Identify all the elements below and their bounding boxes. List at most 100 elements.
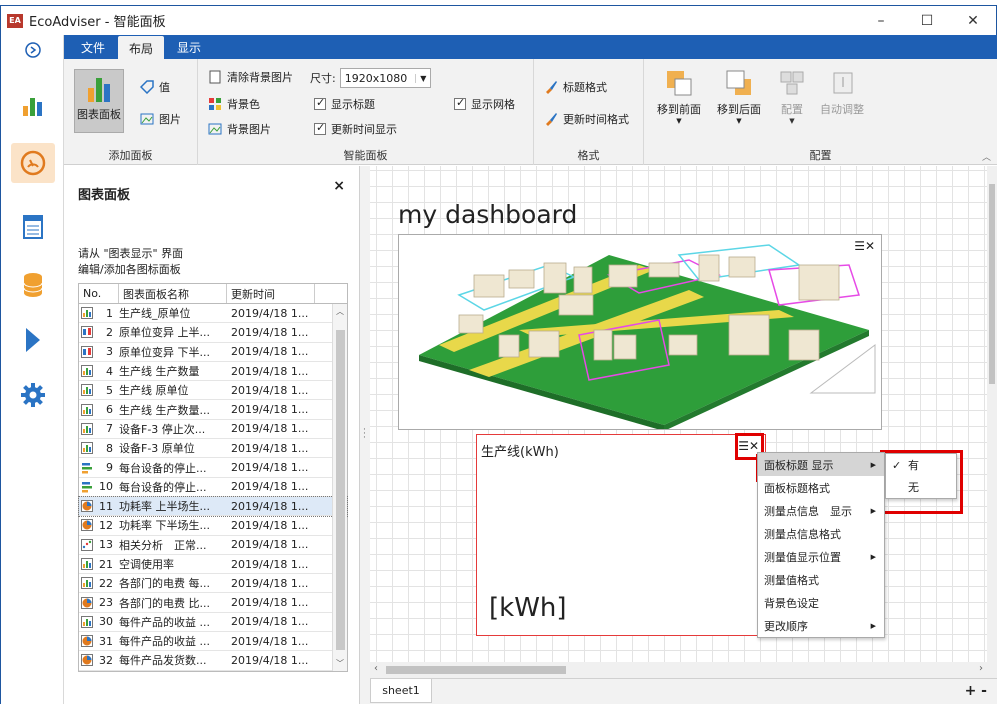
- menu-item[interactable]: 更改顺序 ▶: [758, 614, 884, 637]
- menu-item[interactable]: 面板标题 显示 ▶: [758, 453, 884, 476]
- kwh-panel[interactable]: 生产线(kWh) ☰✕ [kWh]: [476, 434, 766, 636]
- bg-image-button[interactable]: 背景图片: [208, 121, 271, 137]
- row-name: 原单位变异 上半...: [119, 326, 210, 340]
- table-row[interactable]: 23 各部门的电费 比... 2019/4/18 1...: [79, 593, 347, 613]
- table-row[interactable]: 8 设备F-3 原单位 2019/4/18 1...: [79, 439, 347, 459]
- show-title-checkbox[interactable]: 显示标题: [314, 96, 375, 112]
- collapse-ribbon-icon[interactable]: ︿: [982, 150, 991, 163]
- arrange-button[interactable]: 配置 ▼: [772, 69, 812, 125]
- tab-file[interactable]: 文件: [70, 36, 116, 59]
- title-bar: EA EcoAdviser - 智能面板 – ☐ ✕: [0, 5, 997, 35]
- group-smart-panel: 清除背景图片 尺寸: 1920x1080▼ 背景色 显示标题 显示网格 背景图片…: [198, 59, 534, 165]
- size-dropdown[interactable]: 1920x1080 ▼: [339, 68, 432, 88]
- table-row[interactable]: 30 每件产品的收益 ... 2019/4/18 1...: [79, 613, 347, 633]
- menu-item[interactable]: 测量点信息格式: [758, 522, 884, 545]
- add-sheet-button[interactable]: + -: [965, 683, 987, 699]
- send-back-button[interactable]: 移到后面 ▼: [714, 69, 764, 125]
- row-number: 6: [106, 403, 113, 417]
- size-selector[interactable]: 尺寸: 1920x1080 ▼: [310, 68, 432, 88]
- column-header-name[interactable]: 图表面板名称: [119, 284, 227, 303]
- chevron-up-icon[interactable]: ︿: [336, 306, 344, 317]
- image-panel[interactable]: ☰✕: [398, 234, 882, 431]
- title-format-button[interactable]: 标题格式: [544, 79, 607, 95]
- clear-bg-button[interactable]: 清除背景图片: [208, 69, 293, 85]
- checkbox[interactable]: [314, 121, 326, 135]
- image-icon: [140, 113, 154, 125]
- row-time: 2019/4/18 1...: [231, 364, 309, 378]
- submenu-item[interactable]: ✓ 有: [886, 454, 956, 476]
- table-row[interactable]: 10 每台设备的停止... 2019/4/18 1...: [79, 478, 347, 497]
- row-time: 2019/4/18 1...: [231, 634, 309, 648]
- close-icon[interactable]: ×: [333, 178, 345, 194]
- chevron-right-icon[interactable]: ›: [979, 663, 983, 674]
- auto-adjust-button[interactable]: 自动调整: [816, 69, 868, 117]
- table-row[interactable]: 4 生产线 生产数量 2019/4/18 1...: [79, 362, 347, 382]
- row-number: 30: [99, 615, 113, 629]
- table-row[interactable]: 5 生产线 原单位 2019/4/18 1...: [79, 381, 347, 401]
- table-row[interactable]: 22 各部门的电费 每... 2019/4/18 1...: [79, 574, 347, 594]
- table-row[interactable]: 13 相关分析 正常... 2019/4/18 1...: [79, 536, 347, 555]
- value-button[interactable]: 值: [140, 79, 170, 95]
- checkbox[interactable]: [454, 96, 466, 110]
- tab-layout[interactable]: 布局: [118, 36, 165, 60]
- scrollbar-thumb[interactable]: [989, 184, 995, 384]
- table-row[interactable]: 21 空调使用率 2019/4/18 1...: [79, 555, 347, 575]
- time-format-button[interactable]: 更新时间格式: [544, 111, 629, 127]
- table-row[interactable]: 31 每件产品的收益 ... 2019/4/18 1...: [79, 632, 347, 652]
- panel-menu-icon[interactable]: ☰✕: [854, 239, 875, 253]
- chart-panel-button[interactable]: 图表面板: [74, 69, 124, 133]
- table-row[interactable]: 12 功耗率 下半场生... 2019/4/18 1...: [79, 516, 347, 536]
- menu-item[interactable]: 测量点信息 显示 ▶: [758, 499, 884, 522]
- menu-item[interactable]: 测量值格式: [758, 568, 884, 591]
- table-row[interactable]: 6 生产线 生产数量... 2019/4/18 1...: [79, 400, 347, 420]
- panel-splitter[interactable]: · · ·: [360, 166, 370, 704]
- update-time-checkbox[interactable]: 更新时间显示: [314, 121, 397, 137]
- column-header-no[interactable]: No.: [79, 284, 119, 303]
- table-row[interactable]: 9 每台设备的停止... 2019/4/18 1...: [79, 458, 347, 478]
- canvas-horizontal-scrollbar[interactable]: ‹ ›: [370, 662, 997, 678]
- database-icon[interactable]: [11, 265, 55, 305]
- scrollbar-thumb[interactable]: [336, 330, 345, 650]
- chevron-left-icon[interactable]: ‹: [374, 663, 378, 674]
- sheet-tab[interactable]: sheet1: [370, 679, 432, 703]
- gauge-icon[interactable]: [11, 143, 55, 183]
- show-grid-checkbox[interactable]: 显示网格: [454, 96, 515, 112]
- group-label-smart-panel: 智能面板: [343, 149, 388, 162]
- arrow-right-icon[interactable]: [11, 35, 55, 65]
- submenu-item[interactable]: 无: [886, 476, 956, 498]
- table-scrollbar[interactable]: ︿ ﹀: [332, 304, 347, 671]
- bar-chart-icon[interactable]: [11, 85, 55, 125]
- panel-title[interactable]: 生产线(kWh): [481, 441, 559, 460]
- chevron-down-icon[interactable]: ﹀: [336, 658, 344, 669]
- canvas-vertical-scrollbar[interactable]: [987, 166, 997, 662]
- bg-color-button[interactable]: 背景色: [208, 96, 260, 112]
- menu-item[interactable]: 背景色设定: [758, 591, 884, 614]
- dashboard-title[interactable]: my dashboard: [398, 200, 577, 229]
- submenu: ✓ 有无: [885, 453, 957, 499]
- gear-icon[interactable]: [11, 375, 55, 415]
- menu-item[interactable]: 面板标题格式: [758, 476, 884, 499]
- minimize-button[interactable]: –: [858, 6, 904, 36]
- table-row[interactable]: 2 原单位变异 上半... 2019/4/18 1...: [79, 323, 347, 343]
- row-name: 设备F-3 原单位: [119, 442, 195, 456]
- table-row[interactable]: 7 设备F-3 停止次... 2019/4/18 1...: [79, 420, 347, 440]
- dashboard-canvas[interactable]: my dashboard ☰✕ 生产线(kWh) ☰✕ [kWh]: [370, 166, 997, 662]
- table-row[interactable]: 1 生产线_原单位 2019/4/18 1...: [79, 304, 347, 324]
- table-row[interactable]: 3 原单位变异 下半... 2019/4/18 1...: [79, 343, 347, 362]
- menu-item[interactable]: 测量值显示位置 ▶: [758, 545, 884, 568]
- report-icon[interactable]: [11, 207, 55, 247]
- tab-display[interactable]: 显示: [166, 36, 212, 59]
- scrollbar-thumb[interactable]: [386, 666, 566, 674]
- table-row[interactable]: 32 每件产品发货数... 2019/4/18 1...: [79, 651, 347, 671]
- checkbox[interactable]: [314, 96, 326, 110]
- row-time: 2019/4/18 1...: [231, 422, 309, 436]
- row-name: 生产线 原单位: [119, 384, 189, 398]
- image-button[interactable]: 图片: [140, 111, 181, 127]
- maximize-button[interactable]: ☐: [904, 6, 950, 36]
- ribbon-tabs: 文件 布局 显示: [64, 35, 997, 60]
- table-row[interactable]: 11 功耗率 上半场生... 2019/4/18 1...: [78, 495, 348, 518]
- play-icon[interactable]: [11, 320, 55, 360]
- bring-front-button[interactable]: 移到前面 ▼: [654, 69, 704, 125]
- close-button[interactable]: ✕: [950, 6, 996, 36]
- column-header-time[interactable]: 更新时间: [227, 284, 315, 303]
